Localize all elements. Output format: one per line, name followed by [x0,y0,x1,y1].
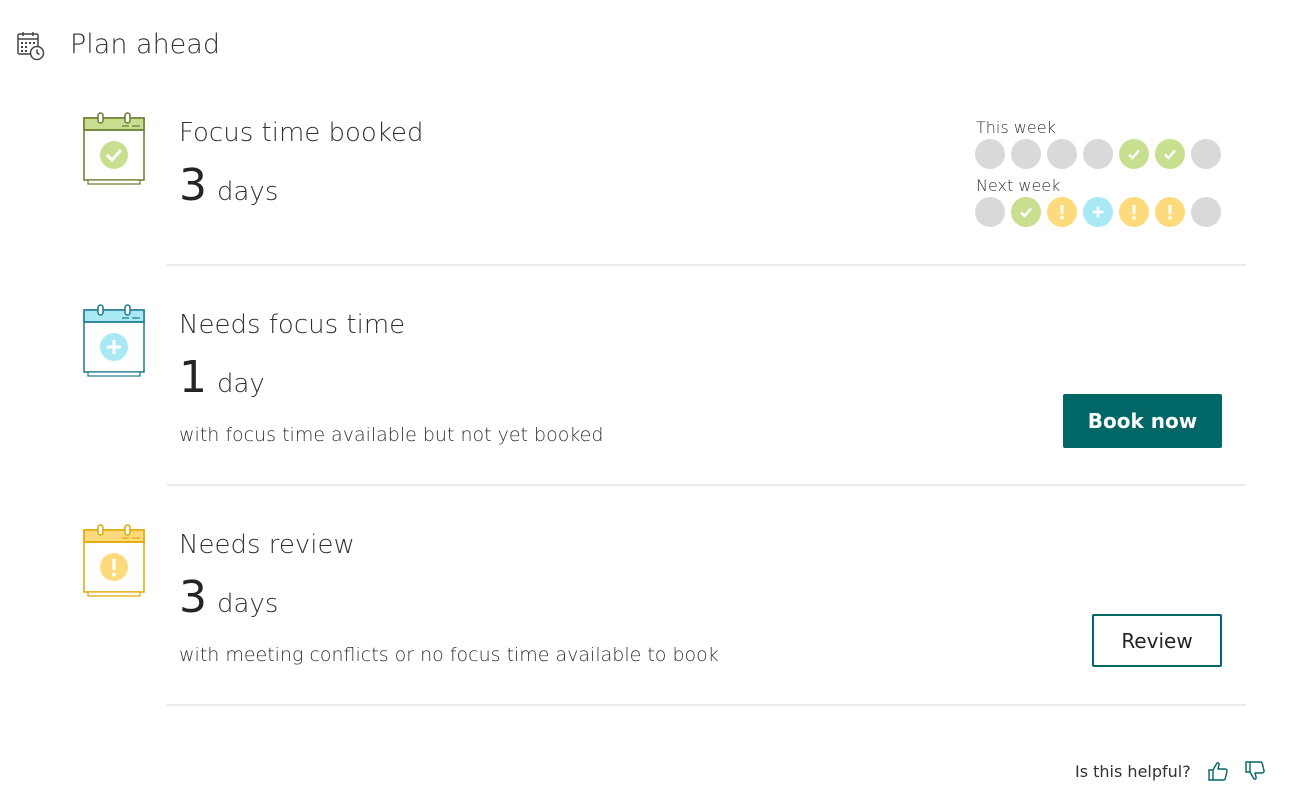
day-status-review [1119,197,1149,227]
needs-review-title: Needs review [179,530,355,560]
plan-ahead-header [16,26,46,66]
needs-focus-title: Needs focus time [179,310,406,340]
needs-review-description: with meeting conflicts or no focus time … [179,644,719,666]
this-week-dots [975,139,1221,169]
this-week-label: This week [976,118,1056,137]
exclamation-icon [1166,204,1174,220]
feedback-question: Is this helpful? [1075,762,1191,781]
count-unit: days [217,177,279,207]
calendar-check-icon [82,112,146,185]
divider [167,704,1246,706]
day-status-booked [1119,139,1149,169]
exclamation-icon [1058,204,1066,220]
day-status-needs [1083,197,1113,227]
book-now-button[interactable]: Book now [1063,394,1222,448]
thumbs-down-icon[interactable] [1243,759,1267,783]
page-title: Plan ahead [70,29,220,60]
needs-review-count: 3 days [179,574,278,622]
day-status-empty [1191,139,1221,169]
check-icon [1126,146,1142,162]
day-status-empty [975,139,1005,169]
focus-booked-title: Focus time booked [179,118,424,148]
thumbs-up-icon[interactable] [1206,759,1230,783]
count-unit: day [217,369,265,399]
day-status-booked [1155,139,1185,169]
day-status-empty [1047,139,1077,169]
count-number: 3 [179,572,207,623]
calendar-plus-icon [82,304,146,377]
next-week-dots [975,197,1221,227]
divider [167,484,1246,486]
day-status-booked [1011,197,1041,227]
next-week-label: Next week [976,176,1061,195]
check-icon [1018,204,1034,220]
needs-focus-count: 1 day [179,354,265,402]
calendar-alert-icon [82,524,146,597]
review-button[interactable]: Review [1092,614,1222,667]
count-unit: days [217,589,279,619]
needs-focus-description: with focus time available but not yet bo… [179,424,604,446]
day-status-empty [1083,139,1113,169]
day-status-empty [975,197,1005,227]
count-number: 3 [179,160,207,211]
plus-icon [1091,205,1105,219]
divider [167,264,1246,266]
day-status-empty [1011,139,1041,169]
day-status-review [1155,197,1185,227]
day-status-review [1047,197,1077,227]
calendar-clock-icon [16,30,46,62]
count-number: 1 [179,352,207,403]
exclamation-icon [1130,204,1138,220]
focus-booked-count: 3 days [179,162,278,210]
day-status-empty [1191,197,1221,227]
check-icon [1162,146,1178,162]
